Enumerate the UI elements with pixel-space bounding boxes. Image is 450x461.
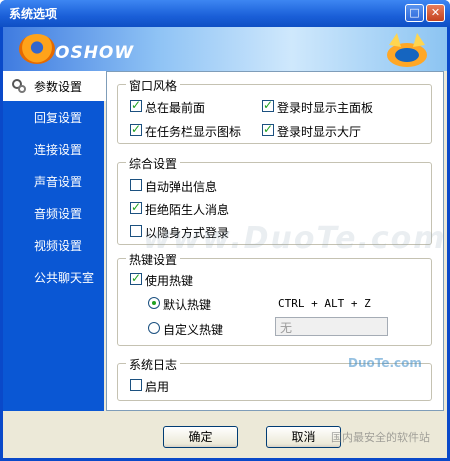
checkbox-box[interactable] (130, 379, 142, 391)
hotkey-group: 热键设置 使用热键 默认热键 CTRL + ALT + Z 自定义热键 无 (117, 251, 432, 346)
radio-label: 自定义热键 (163, 323, 224, 337)
checkbox-box[interactable] (130, 200, 142, 214)
custom-hotkey-input[interactable]: 无 (275, 317, 388, 336)
checkbox-label: 登录时显示主面板 (277, 101, 374, 115)
restore-button[interactable]: □ (405, 4, 424, 22)
banner: OSHOW (3, 27, 447, 71)
ok-button[interactable]: 确定 (163, 426, 238, 448)
gear-icon (12, 79, 26, 93)
sidebar-item-connection[interactable]: 连接设置 (3, 134, 104, 164)
group-title: 热键设置 (126, 251, 181, 268)
dialog-body: 参数设置 回复设置 连接设置 声音设置 音频设置 视频设置 公共聊天室 窗口风格… (3, 71, 447, 458)
sidebar-item-label: 音频设置 (34, 207, 83, 221)
checkbox-box[interactable] (262, 98, 274, 112)
checkbox-box[interactable] (130, 98, 142, 112)
sidebar-item-sound[interactable]: 声音设置 (3, 166, 104, 196)
sidebar-item-label: 声音设置 (34, 175, 83, 189)
window-title: 系统选项 (9, 7, 58, 21)
watermark-corner: DuoTe.com (348, 356, 422, 370)
mascot-icon (387, 33, 427, 67)
checkbox-label: 以隐身方式登录 (145, 226, 230, 240)
checkbox-label: 登录时显示大厅 (277, 125, 362, 139)
sidebar-item-reply[interactable]: 回复设置 (3, 102, 104, 132)
cancel-button[interactable]: 取消 (266, 426, 341, 448)
sidebar-item-video[interactable]: 视频设置 (3, 230, 104, 260)
checkbox-box[interactable] (262, 122, 274, 136)
sidebar-item-label: 视频设置 (34, 239, 83, 253)
checkbox-label: 启用 (145, 380, 170, 394)
checkbox-box[interactable] (130, 225, 142, 237)
checkbox-label: 总在最前面 (145, 101, 206, 115)
sidebar-item-label: 参数设置 (34, 80, 83, 94)
title-bar[interactable]: 系统选项 □ ✕ (0, 0, 450, 27)
general-settings-group: 综合设置 自动弹出信息 拒绝陌生人消息 以隐身方式登录 (117, 155, 432, 245)
brand-logo-text: OSHOW (55, 43, 135, 63)
group-title: 系统日志 (126, 356, 181, 373)
close-button[interactable]: ✕ (426, 4, 445, 22)
watermark-corner-tagline: 国内最安全的软件站 (331, 431, 430, 444)
sidebar-item-label: 公共聊天室 (34, 271, 95, 285)
sidebar-item-label: 连接设置 (34, 143, 83, 157)
group-title: 综合设置 (126, 155, 181, 172)
sidebar: 参数设置 回复设置 连接设置 声音设置 音频设置 视频设置 公共聊天室 (3, 71, 109, 411)
sidebar-item-parameters[interactable]: 参数设置 (3, 71, 109, 101)
default-hotkey-value: CTRL + ALT + Z (278, 297, 371, 310)
sidebar-item-audio[interactable]: 音频设置 (3, 198, 104, 228)
sidebar-item-public-chat[interactable]: 公共聊天室 (3, 262, 104, 292)
radio-circle[interactable] (148, 322, 160, 334)
radio-circle[interactable] (148, 297, 160, 309)
radio-label: 默认热键 (163, 298, 212, 312)
checkbox-label: 自动弹出信息 (145, 180, 218, 194)
checkbox-label: 使用热键 (145, 274, 194, 288)
checkbox-box[interactable] (130, 271, 142, 285)
sidebar-item-label: 回复设置 (34, 111, 83, 125)
checkbox-label: 在任务栏显示图标 (145, 125, 242, 139)
oshow-logo-icon (19, 34, 55, 64)
checkbox-label: 拒绝陌生人消息 (145, 203, 230, 217)
group-title: 窗口风格 (126, 77, 181, 94)
checkbox-box[interactable] (130, 179, 142, 191)
window-style-group: 窗口风格 总在最前面 登录时显示主面板 在任务栏显示图标 登录时显示大厅 (117, 77, 432, 144)
checkbox-box[interactable] (130, 122, 142, 136)
settings-window: 系统选项 □ ✕ OSHOW 参数设置 回复设置 连接设置 声音设置 音频设置 … (0, 0, 450, 461)
